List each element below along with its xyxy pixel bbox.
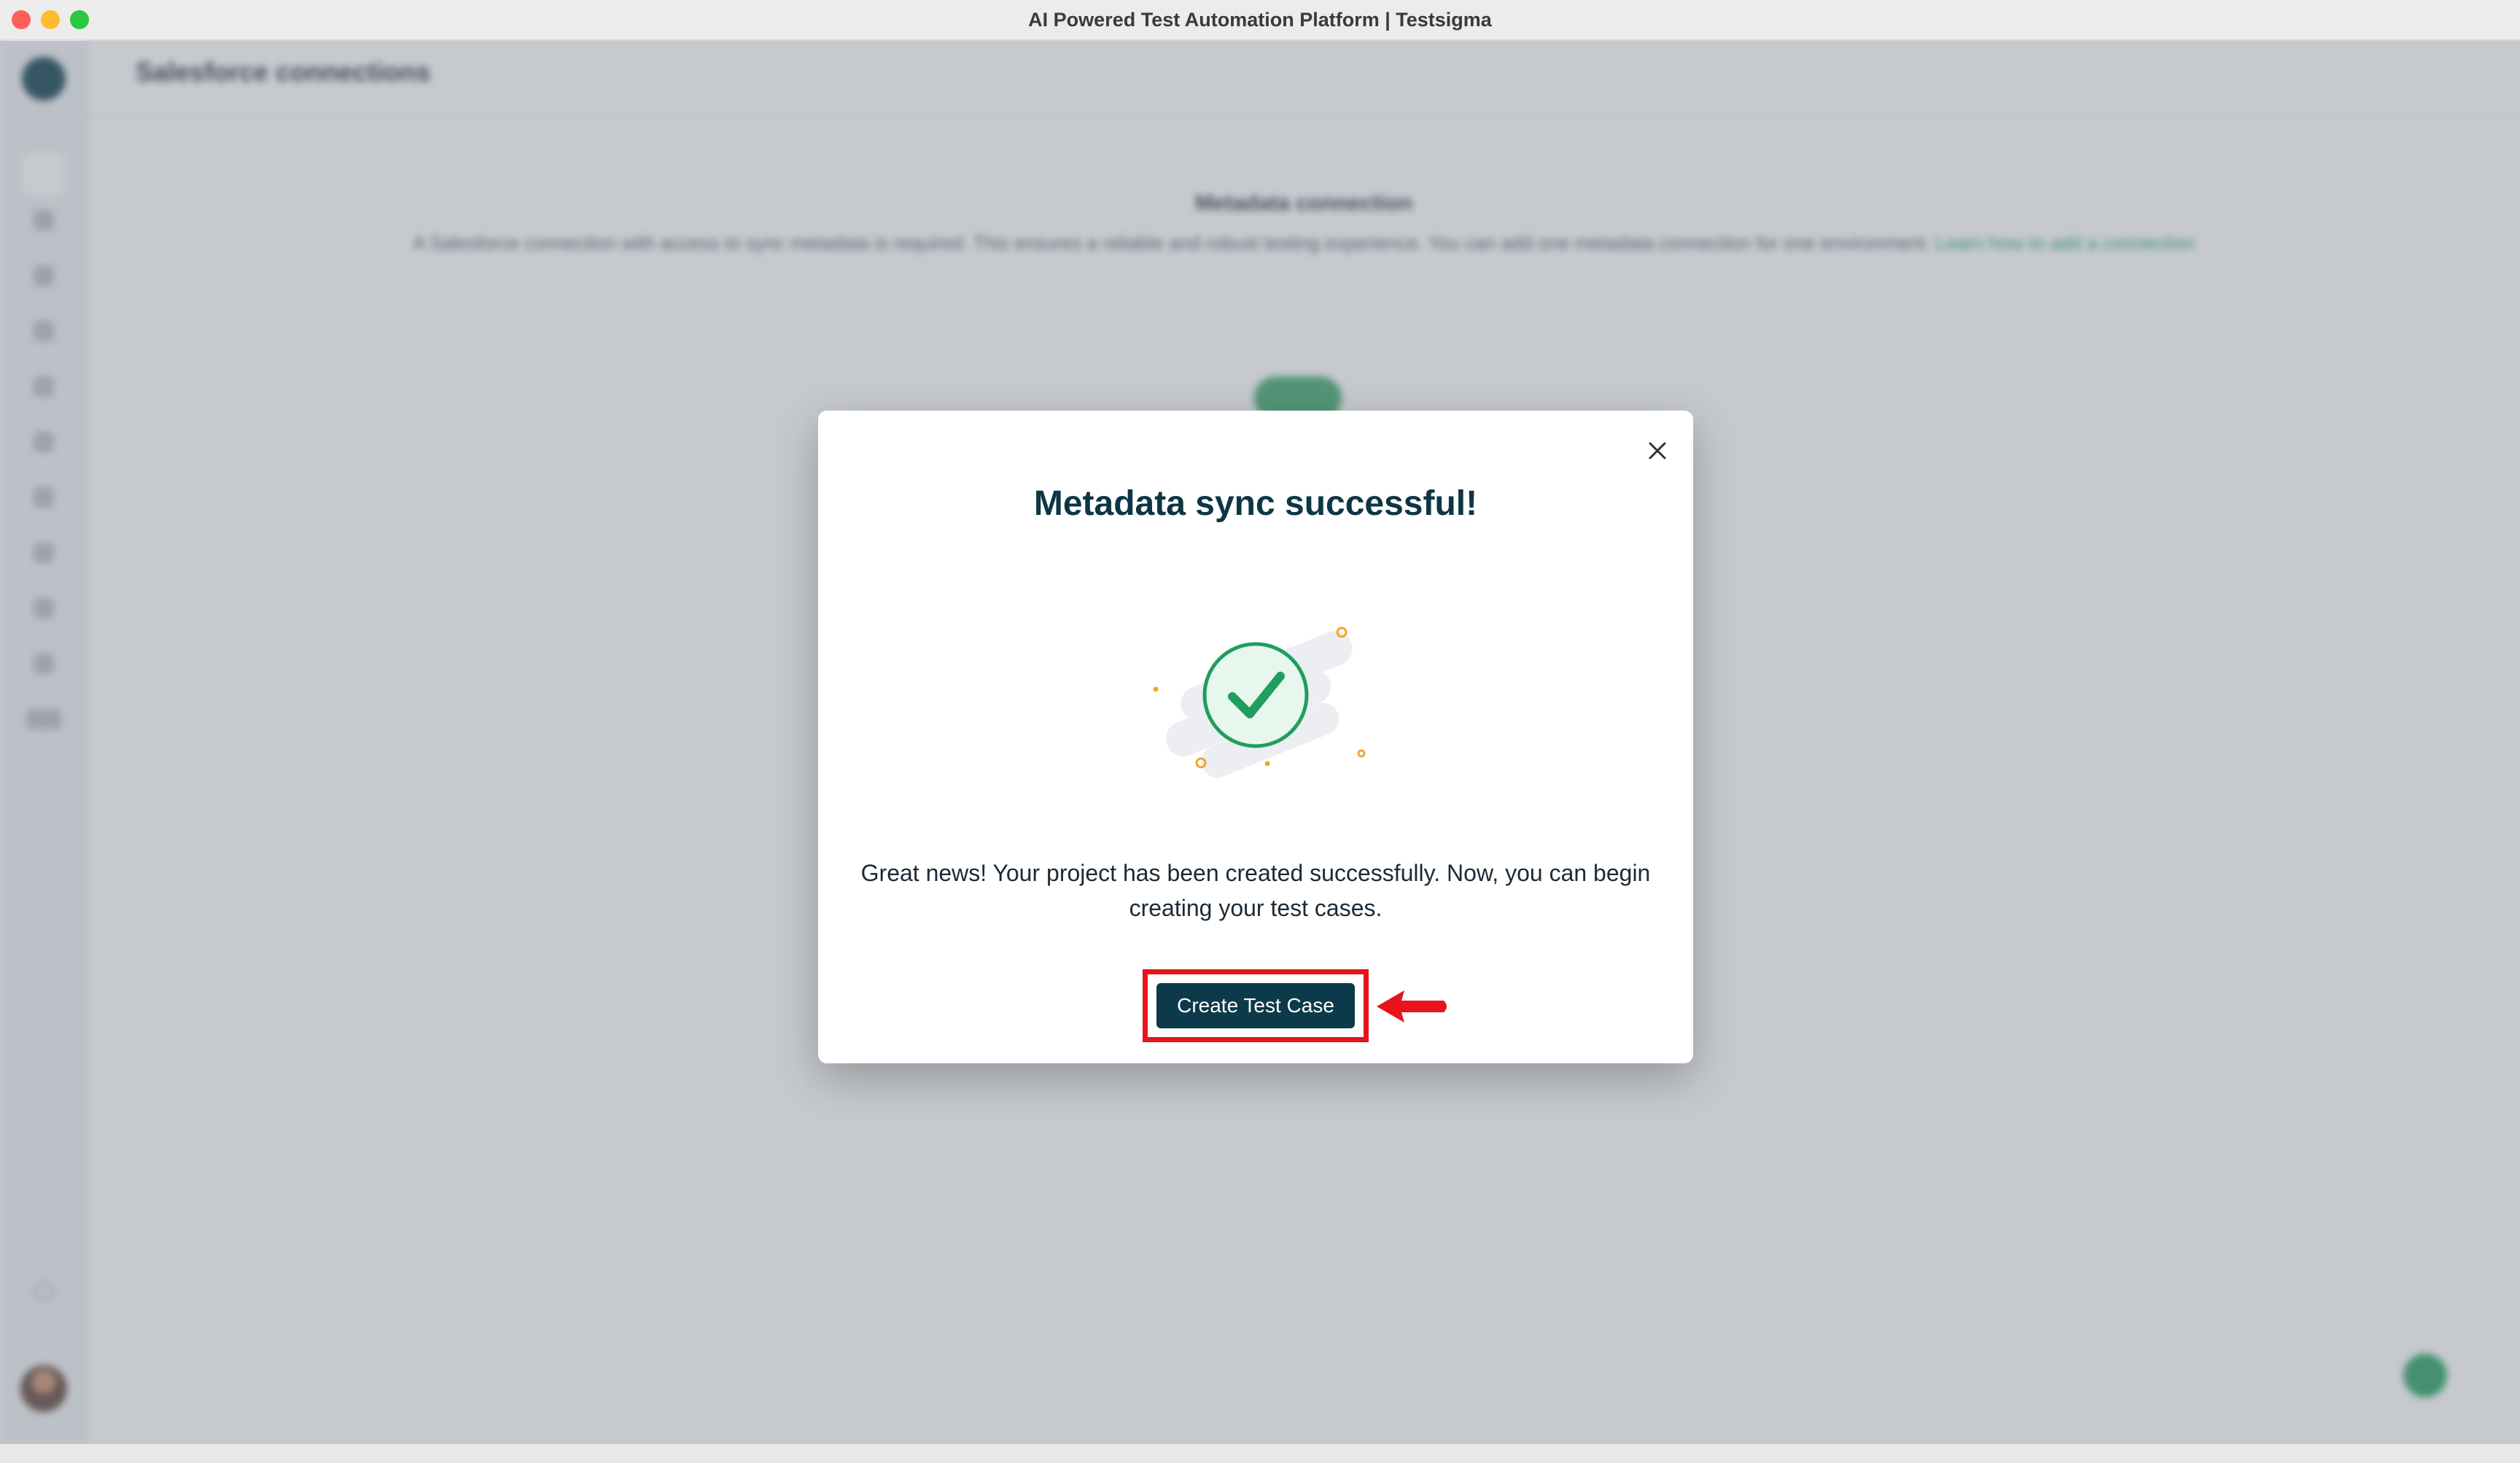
window-title: AI Powered Test Automation Platform | Te… xyxy=(1028,9,1492,31)
app-window: AI Powered Test Automation Platform | Te… xyxy=(0,0,2520,1463)
create-test-case-button[interactable]: Create Test Case xyxy=(1156,983,1355,1028)
close-icon[interactable] xyxy=(1639,432,1676,469)
success-check-icon xyxy=(1132,586,1380,804)
window-bottom-edge xyxy=(0,1444,2520,1463)
modal-title: Metadata sync successful! xyxy=(1033,484,1478,523)
window-titlebar: AI Powered Test Automation Platform | Te… xyxy=(0,0,2520,41)
highlight-box: Create Test Case xyxy=(1143,969,1369,1042)
success-modal: Metadata sync successful! Great news! Yo… xyxy=(818,411,1693,1063)
pointer-arrow-icon xyxy=(1371,985,1451,1028)
modal-message: Great news! Your project has been create… xyxy=(860,860,1651,921)
